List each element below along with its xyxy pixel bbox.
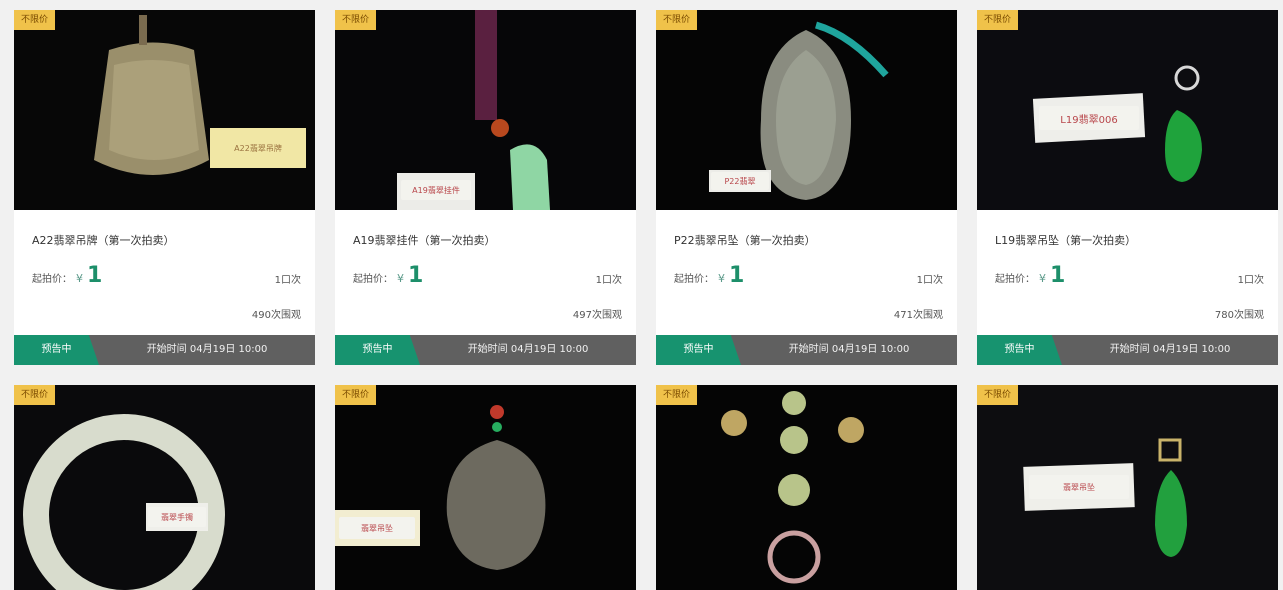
item-photo[interactable]: 翡翠吊坠 不限价 <box>335 385 636 590</box>
view-count: 780次围观 <box>1214 310 1264 321</box>
auction-card[interactable]: 翡翠吊坠 不限价 <box>335 385 636 590</box>
status-badge: 预告中 <box>335 335 420 365</box>
start-price-value: 1 <box>729 263 745 288</box>
start-price-value: 1 <box>87 263 103 288</box>
status-badge: 预告中 <box>14 335 99 365</box>
start-time: 开始时间 04月19日 10:00 <box>467 344 589 355</box>
no-reserve-badge: 不限价 <box>335 385 377 405</box>
jade-pendant-image <box>335 10 636 210</box>
item-label-card: A22翡翠吊牌 <box>214 136 302 160</box>
view-count: 497次围观 <box>572 310 622 321</box>
start-time: 开始时间 04月19日 10:00 <box>1109 344 1231 355</box>
start-price-label: 起拍价： <box>32 274 72 285</box>
no-reserve-badge: 不限价 <box>977 10 1019 30</box>
view-count: 471次围观 <box>893 310 943 321</box>
auction-card[interactable]: A19翡翠挂件 不限价 A19翡翠挂件（第一次拍卖） 起拍价： ¥ 1 1口次 … <box>335 10 636 365</box>
start-price: 起拍价： ¥ 1 <box>32 265 102 287</box>
jade-pendant-image <box>656 10 957 210</box>
start-price-label: 起拍价： <box>995 274 1035 285</box>
item-title[interactable]: A22翡翠吊牌（第一次拍卖） <box>32 232 175 248</box>
start-time: 开始时间 04月19日 10:00 <box>146 344 268 355</box>
status-badge: 预告中 <box>656 335 741 365</box>
item-photo[interactable]: A19翡翠挂件 不限价 <box>335 10 636 210</box>
auction-card[interactable]: A22翡翠吊牌 不限价 A22翡翠吊牌（第一次拍卖） 起拍价： ¥ 1 1口次 … <box>14 10 315 365</box>
no-reserve-badge: 不限价 <box>656 385 698 405</box>
auction-card[interactable]: 翡翠吊坠 不限价 <box>977 385 1278 590</box>
bid-count: 1口次 <box>274 275 301 286</box>
auction-status-bar: 预告中 开始时间 04月19日 10:00 <box>14 335 315 365</box>
auction-card[interactable]: 不限价 <box>656 385 957 590</box>
auction-status-bar: 预告中 开始时间 04月19日 10:00 <box>977 335 1278 365</box>
start-price-label: 起拍价： <box>674 274 714 285</box>
start-price-label: 起拍价： <box>353 274 393 285</box>
currency-symbol: ¥ <box>76 272 83 285</box>
item-photo[interactable]: L19翡翠006 不限价 <box>977 10 1278 210</box>
currency-symbol: ¥ <box>1039 272 1046 285</box>
item-photo[interactable]: 翡翠吊坠 不限价 <box>977 385 1278 590</box>
jade-pendant-image <box>14 10 315 210</box>
item-photo[interactable]: A22翡翠吊牌 不限价 <box>14 10 315 210</box>
start-price: 起拍价： ¥ 1 <box>353 265 423 287</box>
item-label-card: 翡翠手镯 <box>148 507 206 527</box>
status-badge: 预告中 <box>977 335 1062 365</box>
auction-status-bar: 预告中 开始时间 04月19日 10:00 <box>656 335 957 365</box>
jade-jewelry-set-image <box>656 385 957 590</box>
auction-status-bar: 预告中 开始时间 04月19日 10:00 <box>335 335 636 365</box>
currency-symbol: ¥ <box>718 272 725 285</box>
start-price: 起拍价： ¥ 1 <box>674 265 744 287</box>
item-label-card: A19翡翠挂件 <box>401 180 471 200</box>
auction-grid: A22翡翠吊牌 不限价 A22翡翠吊牌（第一次拍卖） 起拍价： ¥ 1 1口次 … <box>14 10 1278 590</box>
auction-card[interactable]: L19翡翠006 不限价 L19翡翠吊坠（第一次拍卖） 起拍价： ¥ 1 1口次… <box>977 10 1278 365</box>
item-title[interactable]: A19翡翠挂件（第一次拍卖） <box>353 232 496 248</box>
item-photo[interactable]: 翡翠手镯 不限价 <box>14 385 315 590</box>
item-label-card: 翡翠吊坠 <box>339 517 415 539</box>
bid-count: 1口次 <box>595 275 622 286</box>
item-label-card: 翡翠吊坠 <box>1029 475 1129 499</box>
view-count: 490次围观 <box>251 310 301 321</box>
start-time: 开始时间 04月19日 10:00 <box>788 344 910 355</box>
item-title[interactable]: L19翡翠吊坠（第一次拍卖） <box>995 232 1136 248</box>
start-price-value: 1 <box>408 263 424 288</box>
jade-bangle-image <box>14 385 315 590</box>
item-photo[interactable]: P22翡翠 不限价 <box>656 10 957 210</box>
no-reserve-badge: 不限价 <box>335 10 377 30</box>
no-reserve-badge: 不限价 <box>14 385 56 405</box>
start-price: 起拍价： ¥ 1 <box>995 265 1065 287</box>
no-reserve-badge: 不限价 <box>14 10 56 30</box>
auction-card[interactable]: 翡翠手镯 不限价 <box>14 385 315 590</box>
no-reserve-badge: 不限价 <box>977 385 1019 405</box>
item-label-card: L19翡翠006 <box>1039 106 1139 130</box>
item-title[interactable]: P22翡翠吊坠（第一次拍卖） <box>674 232 816 248</box>
currency-symbol: ¥ <box>397 272 404 285</box>
jade-buddha-image <box>335 385 636 590</box>
auction-card[interactable]: P22翡翠 不限价 P22翡翠吊坠（第一次拍卖） 起拍价： ¥ 1 1口次 47… <box>656 10 957 365</box>
start-price-value: 1 <box>1050 263 1066 288</box>
bid-count: 1口次 <box>916 275 943 286</box>
no-reserve-badge: 不限价 <box>656 10 698 30</box>
item-label-card: P22翡翠 <box>711 172 769 190</box>
bid-count: 1口次 <box>1237 275 1264 286</box>
item-photo[interactable]: 不限价 <box>656 385 957 590</box>
